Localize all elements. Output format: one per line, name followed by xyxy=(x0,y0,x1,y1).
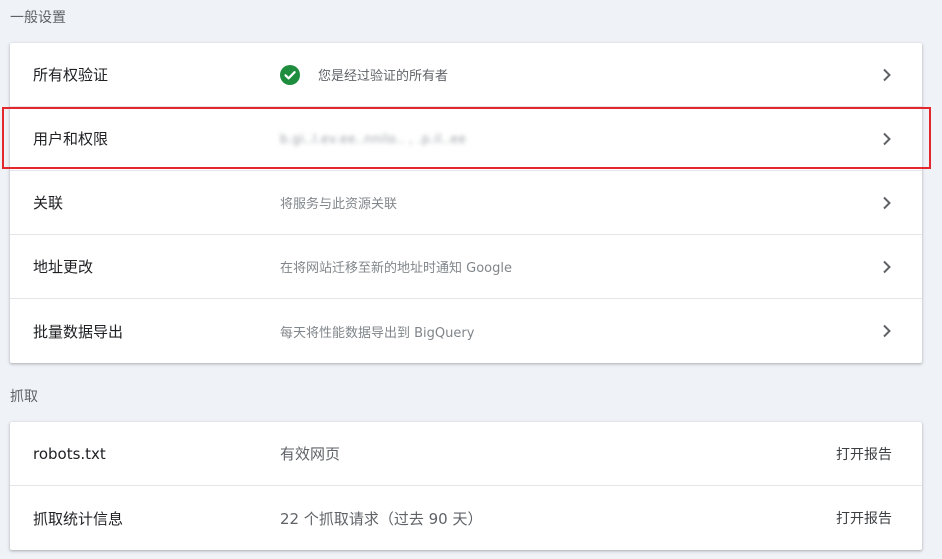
users-email-list-blurred: b.gi..l.ev.ee..nnilo.. , .p.il..ee xyxy=(280,131,467,146)
row-crawl-stats[interactable]: 抓取统计信息 22 个抓取请求（过去 90 天） 打开报告 xyxy=(10,486,922,550)
row-label: 关联 xyxy=(33,194,64,212)
row-desc: 您是经过验证的所有者 xyxy=(280,64,449,85)
row-label: 地址更改 xyxy=(33,258,94,276)
row-ownership-verification[interactable]: 所有权验证 您是经过验证的所有者 xyxy=(10,43,922,107)
general-section-title: 一般设置 xyxy=(10,10,66,26)
crawl-settings-card: robots.txt 有效网页 打开报告 抓取统计信息 22 个抓取请求（过去 … xyxy=(10,422,922,550)
settings-page: 一般设置 所有权验证 您是经过验证的所有者 用户和权限 b.gi..l.ev.e… xyxy=(0,0,942,559)
chevron-right-icon[interactable] xyxy=(880,260,894,274)
check-circle-icon xyxy=(280,64,300,85)
crawl-section-title: 抓取 xyxy=(10,389,38,405)
chevron-right-icon[interactable] xyxy=(880,196,894,210)
row-users-permissions[interactable]: 用户和权限 b.gi..l.ev.ee..nnilo.. , .p.il..ee xyxy=(10,107,922,171)
general-settings-card: 所有权验证 您是经过验证的所有者 用户和权限 b.gi..l.ev.ee..nn… xyxy=(10,43,922,363)
row-label: 所有权验证 xyxy=(33,66,109,84)
row-bulk-data-export[interactable]: 批量数据导出 每天将性能数据导出到 BigQuery xyxy=(10,299,922,363)
row-associations[interactable]: 关联 将服务与此资源关联 xyxy=(10,171,922,235)
row-desc: 将服务与此资源关联 xyxy=(280,197,398,212)
row-value: 有效网页 xyxy=(280,445,341,463)
row-desc: 在将网站迁移至新的地址时通知 Google xyxy=(280,261,512,276)
row-label: robots.txt xyxy=(33,444,106,463)
row-change-of-address[interactable]: 地址更改 在将网站迁移至新的地址时通知 Google xyxy=(10,235,922,299)
chevron-right-icon[interactable] xyxy=(880,68,894,82)
row-value: 22 个抓取请求（过去 90 天） xyxy=(280,509,483,528)
chevron-right-icon[interactable] xyxy=(880,324,894,338)
open-report-link[interactable]: 打开报告 xyxy=(836,444,892,464)
row-label: 抓取统计信息 xyxy=(33,509,124,528)
open-report-link[interactable]: 打开报告 xyxy=(836,508,892,528)
row-desc: 每天将性能数据导出到 BigQuery xyxy=(280,325,475,341)
owner-status-text: 您是经过验证的所有者 xyxy=(318,69,449,84)
chevron-right-icon[interactable] xyxy=(880,132,894,146)
row-label: 批量数据导出 xyxy=(33,322,124,341)
row-label: 用户和权限 xyxy=(33,130,109,148)
row-robots-txt[interactable]: robots.txt 有效网页 打开报告 xyxy=(10,422,922,486)
